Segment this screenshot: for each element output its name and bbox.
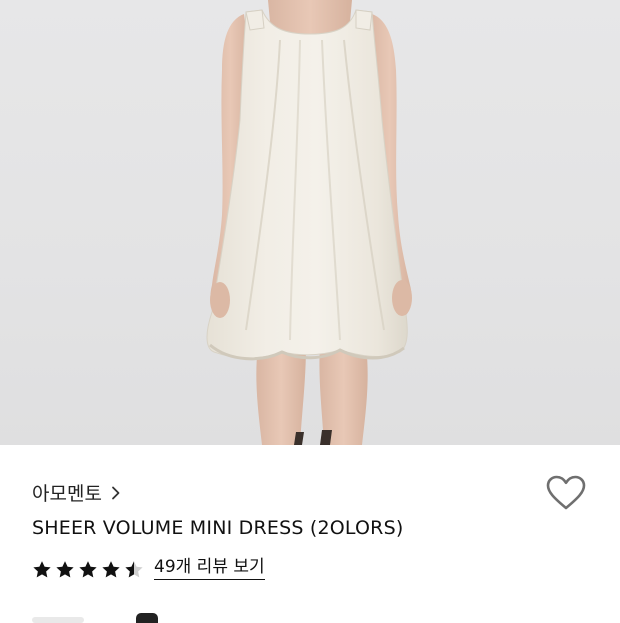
brand-name: 아모멘토 bbox=[32, 483, 102, 505]
price-placeholder bbox=[32, 617, 84, 623]
brand-link[interactable]: 아모멘토 bbox=[32, 479, 121, 506]
price-row-partial bbox=[32, 613, 212, 623]
dress-model-photo bbox=[206, 0, 412, 445]
product-title: SHEER VOLUME MINI DRESS (2OLORS) bbox=[32, 517, 404, 539]
price-placeholder-glyph bbox=[136, 613, 158, 623]
star-icon bbox=[33, 561, 51, 578]
star-icon bbox=[102, 561, 120, 578]
star-icon bbox=[79, 561, 97, 578]
product-info-panel: 아모멘토 SHEER VOLUME MINI DRESS (2OLORS) 49… bbox=[0, 445, 620, 623]
rating-row: 49개 리뷰 보기 bbox=[32, 558, 265, 580]
heart-icon bbox=[546, 475, 586, 515]
wishlist-button[interactable] bbox=[544, 475, 588, 515]
product-image[interactable] bbox=[0, 0, 620, 445]
review-count-link[interactable]: 49개 리뷰 보기 bbox=[154, 558, 265, 580]
chevron-right-icon bbox=[111, 486, 121, 500]
star-rating bbox=[32, 560, 144, 579]
star-icon bbox=[125, 561, 143, 578]
star-icon bbox=[56, 561, 74, 578]
